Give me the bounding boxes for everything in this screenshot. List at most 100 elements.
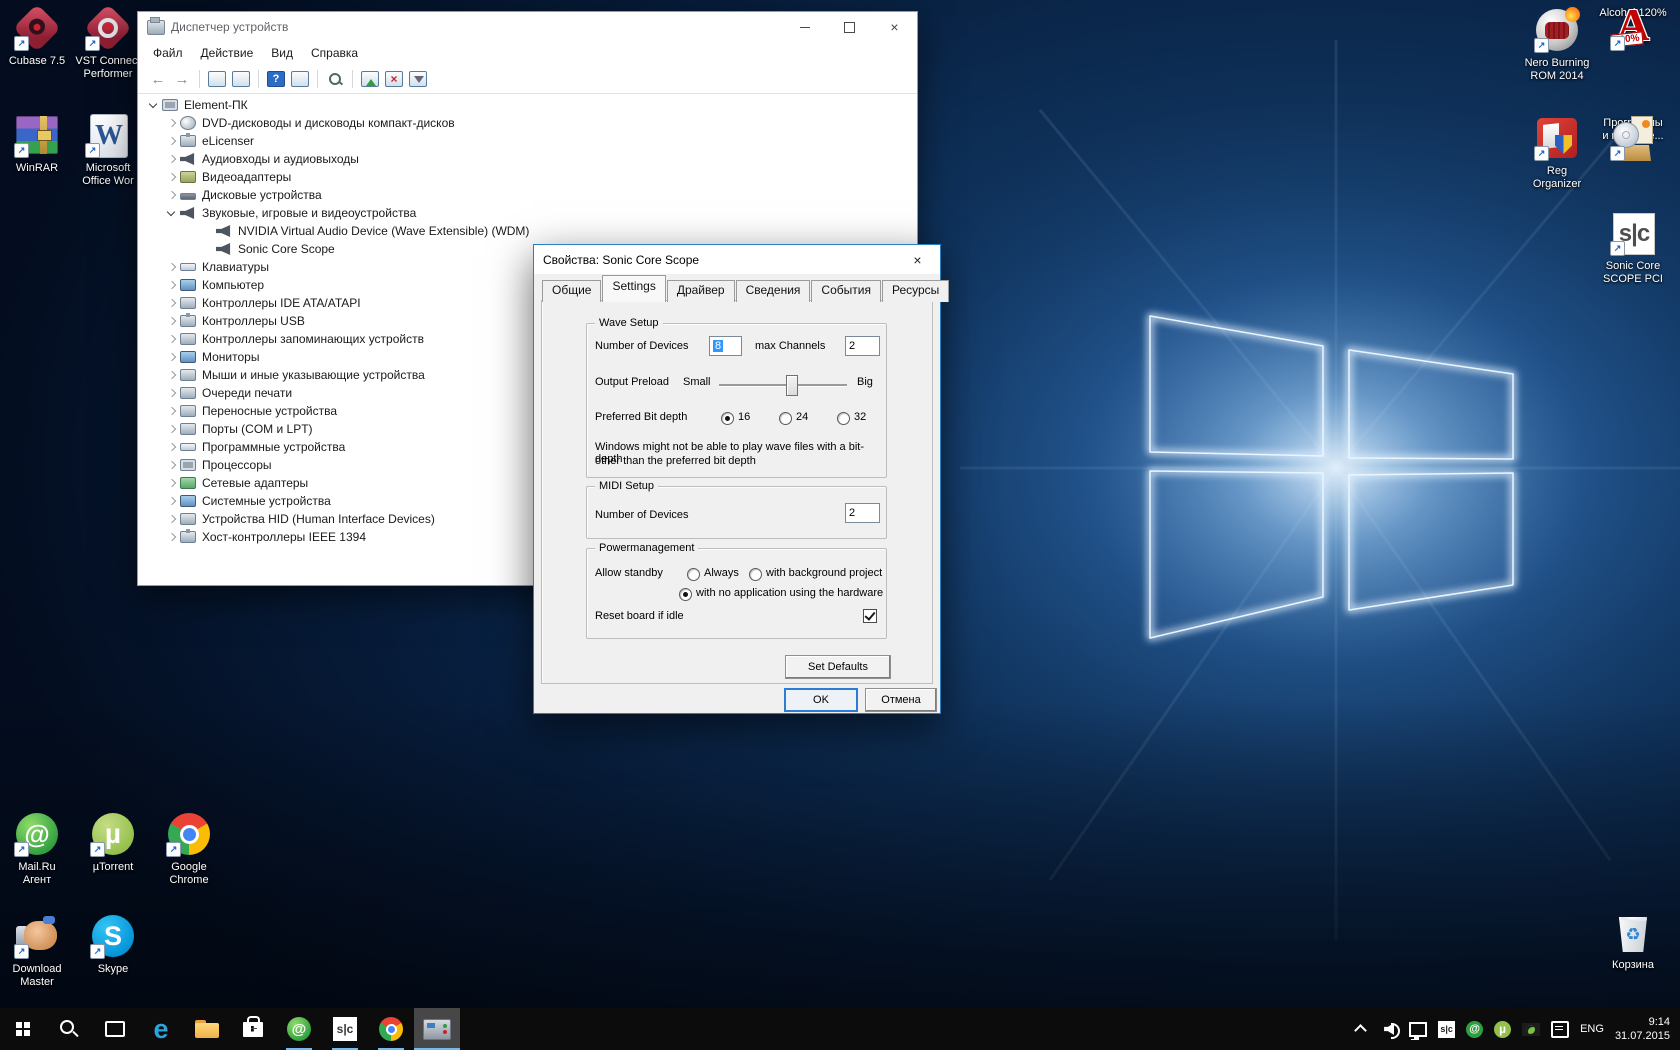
tree-item-video-adapters[interactable]: Видеоадаптеры <box>138 168 917 186</box>
chevron-right-icon[interactable] <box>164 493 180 509</box>
chevron-right-icon[interactable] <box>164 133 180 149</box>
desktop-icon-mailru[interactable]: @ ↗ Mail.RuАгент <box>0 810 79 887</box>
dialog-title-bar[interactable]: Свойства: Sonic Core Scope × <box>534 245 940 274</box>
ok-button[interactable]: OK <box>784 688 858 712</box>
tree-item-dvd[interactable]: DVD-дисководы и дисководы компакт-дисков <box>138 114 917 132</box>
desktop-icon-nero[interactable]: ↗ Nero BurningROM 2014 <box>1515 6 1599 83</box>
maximize-button[interactable] <box>827 12 872 42</box>
chevron-right-icon[interactable] <box>164 313 180 329</box>
menu-view[interactable]: Вид <box>262 44 302 62</box>
search-button[interactable] <box>46 1008 92 1050</box>
chevron-right-icon[interactable] <box>164 439 180 455</box>
wave-devices-input[interactable]: 8 <box>709 336 742 356</box>
chevron-right-icon[interactable] <box>164 115 180 131</box>
properties-button[interactable] <box>229 68 253 90</box>
chevron-right-icon[interactable] <box>164 349 180 365</box>
disable-device-button[interactable] <box>406 68 430 90</box>
chevron-down-icon[interactable] <box>164 205 180 221</box>
show-console-tree-button[interactable] <box>205 68 229 90</box>
desktop-icon-skype[interactable]: S ↗ Skype <box>71 912 155 976</box>
chevron-down-icon[interactable] <box>146 97 162 113</box>
desktop-icon-scope-pci[interactable]: s|c ↗ Sonic CoreSCOPE PCI <box>1591 209 1675 286</box>
uninstall-device-button[interactable]: × <box>382 68 406 90</box>
help-button[interactable]: ? <box>264 68 288 90</box>
chevron-right-icon[interactable] <box>164 475 180 491</box>
desktop-icon-programs[interactable]: ↗ Программыи компоне... <box>1591 114 1675 143</box>
taskbar-mailru-button[interactable]: @ <box>276 1008 322 1050</box>
cancel-button[interactable]: Отмена <box>865 688 937 712</box>
chevron-right-icon[interactable] <box>164 187 180 203</box>
task-view-button[interactable] <box>92 1008 138 1050</box>
tray-mailru-icon[interactable]: @ <box>1466 1021 1483 1038</box>
standby-background-radio[interactable] <box>749 568 762 581</box>
back-button[interactable]: ← <box>146 68 170 90</box>
chevron-right-icon[interactable] <box>164 385 180 401</box>
dialog-close-button[interactable]: × <box>895 245 940 274</box>
tab-resources[interactable]: Ресурсы <box>882 280 949 302</box>
language-indicator[interactable]: ENG <box>1580 1023 1604 1035</box>
tab-driver[interactable]: Драйвер <box>667 280 735 302</box>
chevron-right-icon[interactable] <box>164 421 180 437</box>
tree-item-nvidia-virtual-audio[interactable]: NVIDIA Virtual Audio Device (Wave Extens… <box>138 222 917 240</box>
tree-item-disk-devices[interactable]: Дисковые устройства <box>138 186 917 204</box>
tab-general[interactable]: Общие <box>542 280 601 302</box>
midi-devices-input[interactable]: 2 <box>845 503 880 523</box>
chevron-right-icon[interactable] <box>164 277 180 293</box>
tab-settings[interactable]: Settings <box>602 275 665 302</box>
desktop-icon-utorrent[interactable]: µ ↗ µTorrent <box>71 810 155 874</box>
desktop-icon-alcohol[interactable]: A 120% ↗ Alcohol 120% <box>1591 4 1675 20</box>
taskbar-chrome-button[interactable] <box>368 1008 414 1050</box>
preload-slider-thumb[interactable] <box>786 375 798 396</box>
chevron-right-icon[interactable] <box>164 259 180 275</box>
taskbar-explorer-button[interactable] <box>184 1008 230 1050</box>
chevron-right-icon[interactable] <box>164 367 180 383</box>
menu-file[interactable]: Файл <box>144 44 192 62</box>
preload-slider-track[interactable] <box>719 384 847 386</box>
chevron-right-icon[interactable] <box>164 457 180 473</box>
update-driver-button[interactable] <box>358 68 382 90</box>
tray-scope-icon[interactable]: s|c <box>1438 1021 1455 1038</box>
scan-hardware-button[interactable] <box>323 68 347 90</box>
tray-utorrent-icon[interactable]: µ <box>1494 1021 1511 1038</box>
chevron-right-icon[interactable] <box>164 403 180 419</box>
standby-always-radio[interactable] <box>687 568 700 581</box>
chevron-right-icon[interactable] <box>164 529 180 545</box>
chevron-right-icon[interactable] <box>164 331 180 347</box>
max-channels-input[interactable]: 2 <box>845 336 880 356</box>
chevron-right-icon[interactable] <box>164 295 180 311</box>
volume-button[interactable] <box>1380 1020 1398 1038</box>
desktop-icon-download-master[interactable]: ↗ DownloadMaster <box>0 912 79 989</box>
forward-button[interactable]: → <box>170 68 194 90</box>
bitdepth-24-radio[interactable] <box>779 412 792 425</box>
menu-help[interactable]: Справка <box>302 44 367 62</box>
bitdepth-32-radio[interactable] <box>837 412 850 425</box>
chevron-right-icon[interactable] <box>164 511 180 527</box>
taskbar-edge-button[interactable]: e <box>138 1008 184 1050</box>
tray-expand-button[interactable] <box>1351 1020 1369 1038</box>
reset-idle-checkbox[interactable] <box>863 609 877 623</box>
menu-action[interactable]: Действие <box>192 44 263 62</box>
desktop-icon-recycle-bin[interactable]: ♻ Корзина <box>1591 908 1675 972</box>
tree-item-audio-io[interactable]: Аудиовходы и аудиовыходы <box>138 150 917 168</box>
chevron-right-icon[interactable] <box>164 151 180 167</box>
minimize-button[interactable] <box>782 12 827 42</box>
start-button[interactable] <box>0 1008 46 1050</box>
clock[interactable]: 9:14 31.07.2015 <box>1615 1015 1670 1043</box>
tab-details[interactable]: Сведения <box>736 280 811 302</box>
tab-events[interactable]: События <box>811 280 881 302</box>
taskbar-device-manager-button[interactable] <box>414 1008 460 1050</box>
taskbar-store-button[interactable] <box>230 1008 276 1050</box>
desktop-icon-reg-organizer[interactable]: ↗ RegOrganizer <box>1515 114 1599 191</box>
title-bar[interactable]: Диспетчер устройств × <box>138 12 917 42</box>
set-defaults-button[interactable]: Set Defaults <box>785 655 891 679</box>
tray-nvidia-icon[interactable] <box>1522 1020 1540 1038</box>
network-button[interactable] <box>1409 1020 1427 1038</box>
tree-item-sound-video-game[interactable]: Звуковые, игровые и видеоустройства <box>138 204 917 222</box>
standby-noapp-radio[interactable] <box>679 588 692 601</box>
chevron-right-icon[interactable] <box>164 169 180 185</box>
desktop-icon-chrome[interactable]: ↗ GoogleChrome <box>147 810 231 887</box>
tree-item-element-pk[interactable]: Element-ПК <box>138 96 917 114</box>
taskbar-scope-button[interactable]: s|c <box>322 1008 368 1050</box>
tree-item-elicenser[interactable]: eLicenser <box>138 132 917 150</box>
action-center-button[interactable] <box>1551 1020 1569 1038</box>
